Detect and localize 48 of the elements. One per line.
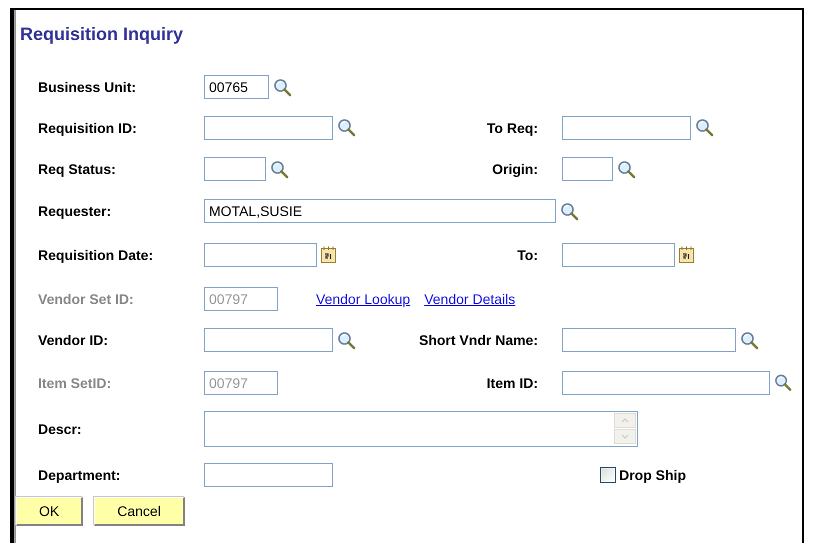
input-field[interactable] [204,463,333,487]
field-label: Descr: [38,421,83,437]
checkbox-label: Drop Ship [619,467,686,483]
field-label: Origin: [492,161,538,177]
vendor-link[interactable]: Vendor Lookup [316,290,410,306]
field-label: To: [517,246,538,262]
field-label: Req Status: [38,161,117,177]
input-field[interactable] [204,242,317,266]
field-label: Short Vndr Name: [418,332,538,348]
search-icon[interactable] [273,78,292,96]
field-label: Item SetID: [38,374,112,390]
search-icon[interactable] [774,373,792,392]
calendar-icon[interactable] [679,246,694,263]
input-field[interactable] [562,328,736,352]
input-field[interactable]: 00765 [204,75,269,99]
field-label: Vendor Set ID: [38,290,135,306]
field-label: Requisition Date: [38,246,154,262]
search-icon[interactable] [337,330,356,350]
search-icon[interactable] [740,330,759,350]
field-label: Business Unit: [38,79,138,95]
field-label: Item ID: [486,374,538,390]
scroll-down-icon[interactable] [614,429,636,444]
input-field[interactable] [562,370,770,394]
search-icon[interactable] [270,160,289,178]
input-field[interactable]: MOTAL,SUSIE [204,199,556,223]
input-field[interactable] [204,328,333,352]
vendor-link[interactable]: Vendor Details [424,290,516,306]
cancel-button[interactable]: Cancel [94,497,185,526]
field-label: Department: [38,467,122,483]
checkbox[interactable] [600,467,616,483]
search-icon[interactable] [695,118,714,137]
input-field[interactable] [562,242,675,266]
search-icon[interactable] [617,160,636,178]
text-area[interactable] [204,411,638,447]
input-field[interactable] [204,116,333,140]
page-title: Requisition Inquiry [19,23,184,46]
field-label: Requester: [38,203,112,219]
input-field[interactable] [562,157,613,181]
field-label: To Req: [486,120,538,136]
ok-button[interactable]: OK [16,497,84,526]
field-label: Vendor ID: [38,332,110,348]
calendar-icon[interactable] [321,246,336,263]
input-field[interactable] [204,157,266,181]
input-field[interactable] [562,116,691,140]
scroll-up-icon[interactable] [614,413,636,428]
field-label: Requisition ID: [38,120,138,136]
search-icon[interactable] [337,118,356,137]
search-icon[interactable] [560,202,579,220]
